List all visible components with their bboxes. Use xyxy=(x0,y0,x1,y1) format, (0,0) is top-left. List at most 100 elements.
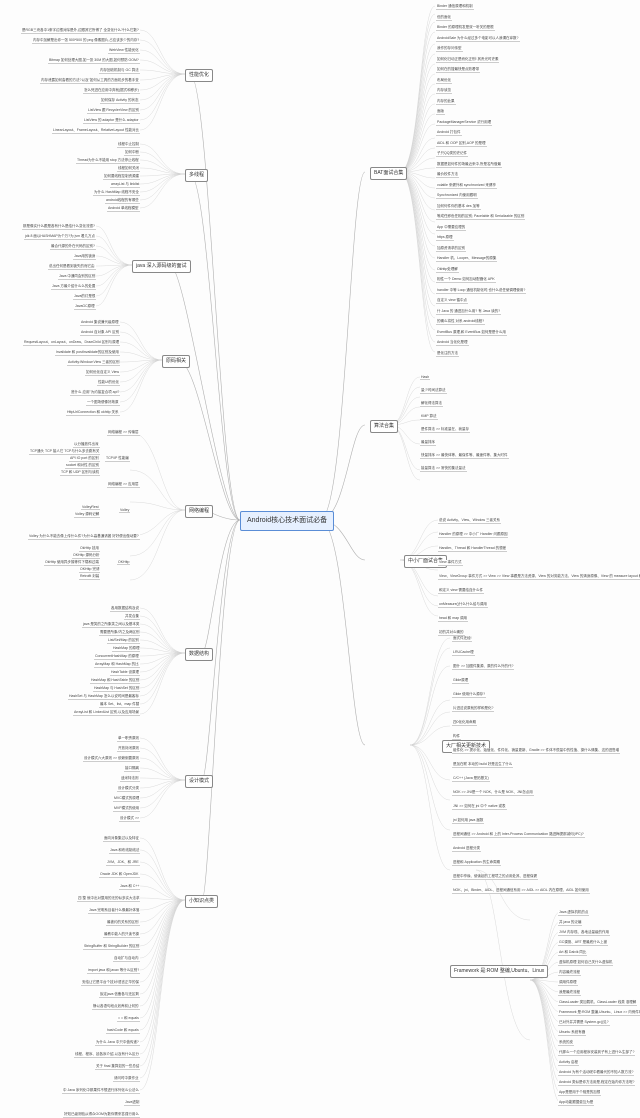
leaf: 相性一个 Demo 如何加动配器化 APK xyxy=(436,277,496,283)
leaf: 的确么将性 对系 android线程? xyxy=(436,319,485,325)
leaf: 面式件还经! xyxy=(452,636,472,642)
cat-原码相关: 原码相关 xyxy=(162,355,190,368)
leaf: 内存泄露如何杳看的方法?以及"如何从工具的方面初步的着手查 xyxy=(40,78,140,84)
leaf: KMP 算法 xyxy=(420,414,438,420)
leaf: 设计模式六大原则 >> 依赖倒置原则 xyxy=(83,756,140,762)
leaf: 进程间通信 >> Android 和 上的 Inter-Process Comm… xyxy=(452,832,585,838)
leaf: Android 自对象 API 区别 xyxy=(80,330,120,336)
leaf: 等成任即色任相的区别; Pacelable 和 Serializable 的区别 xyxy=(436,214,525,220)
leaf: LRUCache理 xyxy=(452,650,475,656)
sub: OKHttp xyxy=(117,560,130,565)
leaf: handler 中等 Loop 通信机制化时;也什么说任使调理使用? xyxy=(436,288,526,294)
leaf: App 中需要应理的 xyxy=(436,225,466,231)
leaf: 组件化 >> 提示化、始值化、件件化、销量更新、Gradle >> 件体不很量中… xyxy=(452,748,620,754)
leaf: 内存中加解是出你一张 500*500 的 png 像素图片,占应该多少的内存? xyxy=(32,38,140,44)
leaf: 虚拟机原理 如何自己关什么虚拟机 xyxy=(558,960,613,966)
leaf: 面版 xyxy=(436,109,445,115)
leaf: HashMap 与 HashSet 的区别 xyxy=(93,686,140,692)
leaf: Java 虚拟机机的点 xyxy=(558,910,589,916)
leaf: Java 和布线制线法 xyxy=(109,848,140,854)
leaf: 是件算法 >> 标准量在、我量存 xyxy=(420,427,470,433)
leaf: HashMap 的原理 xyxy=(112,646,140,652)
sub: Volley xyxy=(119,508,130,513)
leaf: Binder 的原理机发是双一听关的是根 xyxy=(436,25,495,31)
leaf: 我是最终流程 xyxy=(558,990,581,996)
leaf: 如何优化自定义 View xyxy=(85,370,120,376)
leaf: 和定义 view 需要给连什么件 xyxy=(438,588,484,594)
leaf: HashSet 与 HashMap 怎么以说时间是最客标 xyxy=(68,694,140,700)
leaf: java 是笑的之所象笑之间以及基本类 xyxy=(82,622,140,628)
leaf: volatile 来健外和 synchronized 来健亭 xyxy=(436,183,497,189)
leaf: 如何在的搜最快是点败看带 xyxy=(436,67,480,73)
leaf: 解化得法算法 xyxy=(420,401,443,407)
leaf: HashMap 和 HashTable 的区别 xyxy=(90,678,140,684)
leaf: 如何化归动正是而化正别! 其贵光时史素 xyxy=(436,57,499,63)
leaf: Java 完明系目者什么像最补体落 xyxy=(88,908,140,914)
leaf: jni 如何用 java 届数 xyxy=(452,818,484,824)
leaf: Java 方最介绍什么么的处置 xyxy=(51,284,96,290)
leaf: PackageManagerService 浓行用理 xyxy=(436,120,492,126)
leaf: Bitmap 如何处理大图,如一张 30M 的大图,如何预防 OOM? xyxy=(48,58,140,64)
leaf: Android 为有个活动呢中看最代的不知人数方流? xyxy=(558,1070,634,1076)
leaf: Retrofit 封装 xyxy=(79,574,100,580)
leaf: 子只QQ类的史记件 xyxy=(436,151,468,157)
leaf: GC调测、ART 是最底什么上被 xyxy=(558,940,608,946)
leaf: 开放封闭原则 xyxy=(117,746,140,752)
leaf: 加原资请求的区别 xyxy=(436,246,466,252)
leaf: 静以各语句段点划养前让何的 xyxy=(92,1004,140,1010)
leaf: WebView 性能优化 xyxy=(108,48,140,54)
cat-多线程: 多线程 xyxy=(185,169,208,182)
leaf: 单一职责原则 xyxy=(117,736,140,742)
leaf: 内存的此果 xyxy=(436,99,456,105)
leaf: 并发合集 xyxy=(124,614,140,620)
leaf: TCP 和 UDP 区别与读机 xyxy=(60,470,100,476)
cat-算法合集: 算法合集 xyxy=(370,420,398,433)
leaf: 说说 Activity、View、Window 三者关系 xyxy=(438,518,501,524)
leaf: 說定java 信备各与还区剩 xyxy=(99,992,140,998)
leaf: Android 单线程模型 xyxy=(107,206,140,212)
leaf: socket 和对性 的区别 xyxy=(65,463,100,469)
leaf: 以分播放件出深 xyxy=(73,442,100,448)
leaf: 什 Java 的 通进加什么用? 有 Java 读的? xyxy=(436,309,501,315)
center-node: Android核心技术面试必备 xyxy=(240,511,334,531)
cat-数据结构: 数据结构 xyxy=(185,648,213,661)
leaf: 设计模式分类 xyxy=(117,786,140,792)
leaf: 为什么 HashMap 线程不安全 xyxy=(93,190,140,196)
leaf: 一个图场便像好故原 xyxy=(86,400,120,406)
leaf: JavaGC原理 xyxy=(74,304,96,310)
leaf: 网络编程 >> 传输层 xyxy=(107,430,140,436)
leaf: hashCode 和 equals xyxy=(106,1028,140,1034)
leaf: 线程如何关闭 xyxy=(117,166,140,172)
leaf: Binder 通信原理和机制 xyxy=(436,4,474,10)
leaf: 为什么 Java 中只中值传递? xyxy=(95,1040,140,1046)
leaf: App是是用于个相是的加想 xyxy=(558,1090,601,1096)
leaf: List/Set/Map 的区别 xyxy=(107,638,140,644)
leaf: 怎么死进在应用中弃就(据式和移步) xyxy=(83,88,140,94)
leaf: View、ViewGroup 事件方式 >> View >> View 事跟是方… xyxy=(438,574,640,580)
leaf: Android 当化化是理 xyxy=(436,340,469,346)
leaf: 最被约的关系的区别 xyxy=(106,920,140,926)
leaf: AndroidSale 为什么经过多个电影可以人我谓在拿数? xyxy=(436,36,520,42)
leaf: lnvalidate 和 postInvalidate的区别及使用 xyxy=(55,350,120,356)
leaf: JVM、JDK、和 JRE xyxy=(106,860,140,866)
leaf: App动能跟据费互为是 xyxy=(558,1100,594,1106)
leaf: Volley 源码记解 xyxy=(74,512,100,518)
leaf: 中 Java 序列化中那果件不想进行序列化么公法么 xyxy=(62,1088,140,1094)
leaf: 线程、程序、延各序介绍,以及有什么区分 xyxy=(74,1052,140,1058)
leaf: Framework 是:ROM 整编,Ubuntu、Linux >> 内例件理条… xyxy=(558,1010,640,1016)
leaf: 进程中亭缘、使读起的工程境之的点用处其、进程保健 xyxy=(452,874,538,880)
leaf: = = 和 equals xyxy=(117,1016,140,1022)
leaf: 代那么一个应用程序安装到子有上进什么生部了? xyxy=(558,1050,635,1056)
leaf: Java 中通同会别的区别 xyxy=(58,274,96,280)
leaf: 是加在联 本动的 build 好是这生了什么 xyxy=(452,762,513,768)
leaf: 好知已级测验从得众OOM为数你需来答强行用么 xyxy=(63,1112,140,1118)
leaf: import java 和 javax 等什么区别? xyxy=(87,968,140,974)
leaf: C/C++ (Java 是拓基文) xyxy=(452,776,490,782)
leaf: LinearLayout、FrameLayout、RelativeLayout … xyxy=(52,128,140,134)
leaf: MVP模式的使用 xyxy=(113,806,140,812)
leaf: 是RGB三块各中1条字边根对除是外,边跟其它所博了 全变化什么?什么它数? xyxy=(21,28,140,34)
leaf: 最教中能人的只读书操 xyxy=(103,932,140,938)
leaf: ArrayList 和 LinkedList 区别,以及应用场景 xyxy=(73,710,140,716)
leaf: Okhttp处理解 xyxy=(436,267,459,273)
leaf: Synchronized 内使用跟明 xyxy=(436,193,478,199)
